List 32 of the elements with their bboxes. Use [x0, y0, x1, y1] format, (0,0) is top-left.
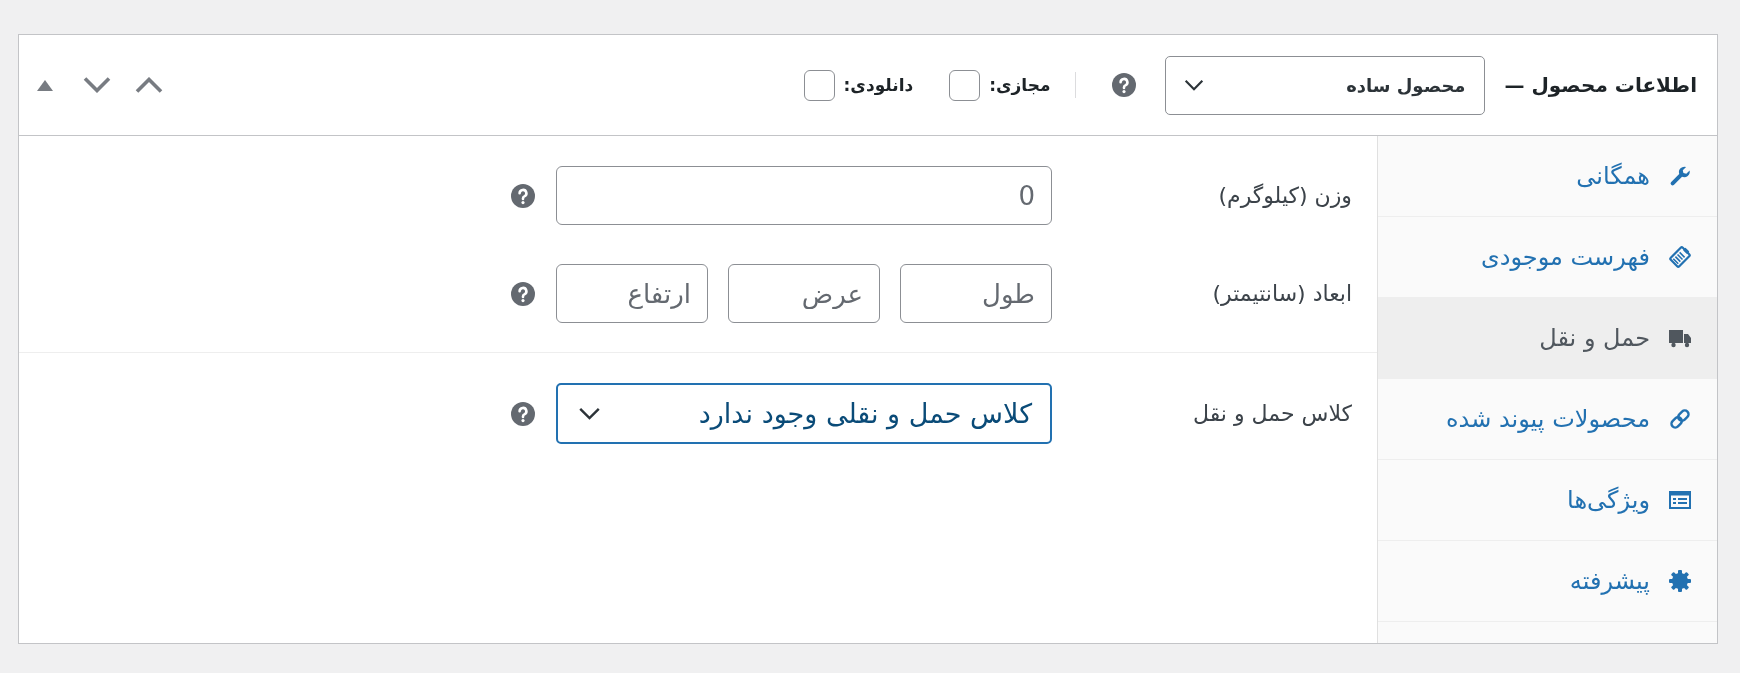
- input-field[interactable]: ارتفاع: [556, 264, 708, 323]
- chevron-down-icon: [83, 77, 111, 93]
- chevron-down-icon: [1183, 79, 1204, 91]
- sidebar-tab[interactable]: محصولات پیوند شده: [1378, 379, 1717, 460]
- sidebar-tab[interactable]: پیشرفته: [1378, 541, 1717, 622]
- input-field[interactable]: عرض: [728, 264, 880, 323]
- list-icon: [1668, 488, 1692, 512]
- chevron-up-icon: [135, 77, 163, 93]
- product-type-select[interactable]: محصول ساده: [1164, 55, 1485, 115]
- chevron-down-icon: [578, 407, 601, 420]
- field-label: ابعاد (سانتیمتر): [1211, 281, 1353, 306]
- sidebar-tab[interactable]: ویژگی‌ها: [1378, 460, 1717, 541]
- input-field[interactable]: 0: [556, 166, 1052, 225]
- sidebar-tab[interactable]: همگانی: [1378, 136, 1717, 217]
- help-icon[interactable]: [511, 281, 535, 306]
- sidebar-tab[interactable]: حمل و نقل: [1378, 298, 1717, 379]
- checkbox[interactable]: [949, 69, 981, 101]
- clipboard-icon: [1668, 245, 1692, 269]
- checkbox-label[interactable]: دانلودی:: [843, 75, 914, 95]
- shipping-class-select[interactable]: کلاس حمل و نقلی وجود ندارد: [556, 383, 1052, 444]
- checkbox[interactable]: [803, 69, 835, 101]
- help-icon[interactable]: [1111, 73, 1136, 97]
- checkbox-label[interactable]: مجازی:: [989, 75, 1051, 95]
- input-field[interactable]: طول: [900, 264, 1052, 323]
- help-icon[interactable]: [511, 401, 535, 426]
- triangle-up-icon: [37, 79, 53, 91]
- field-label: کلاس حمل و نقل: [1192, 401, 1353, 426]
- help-icon[interactable]: [511, 183, 535, 208]
- panel-title: اطلاعات محصول —: [1504, 73, 1697, 97]
- link-icon: [1668, 407, 1692, 431]
- field-label: وزن (کیلوگرم): [1217, 183, 1353, 208]
- wrench-icon: [1668, 164, 1692, 188]
